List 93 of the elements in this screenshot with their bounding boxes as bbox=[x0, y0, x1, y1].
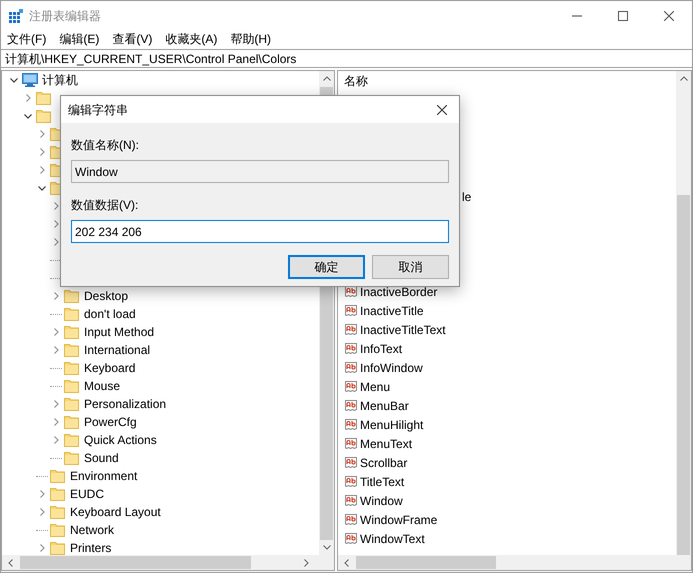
string-value-icon bbox=[344, 512, 358, 526]
string-value-icon bbox=[344, 532, 358, 546]
folder-icon bbox=[50, 506, 65, 518]
close-icon bbox=[437, 104, 447, 114]
close-icon bbox=[664, 11, 674, 21]
folder-icon bbox=[36, 92, 51, 104]
string-value-icon bbox=[344, 436, 358, 450]
dialog-title: 编辑字符串 bbox=[68, 102, 128, 118]
menu-bar-entry[interactable]: 文件(F) bbox=[7, 30, 46, 48]
folder-icon bbox=[64, 380, 79, 392]
value-name[interactable]: TitleText bbox=[360, 472, 404, 490]
address-text: 计算机\HKEY_CURRENT_USER\Control Panel\Colors bbox=[5, 50, 296, 68]
folder-icon bbox=[64, 452, 79, 464]
string-value-icon bbox=[344, 494, 358, 508]
string-value-icon bbox=[344, 342, 358, 356]
tree-item[interactable]: Mouse bbox=[84, 377, 120, 395]
folder-icon bbox=[64, 416, 79, 428]
value-name[interactable]: Window bbox=[360, 492, 403, 510]
field-label: 数值名称(N): bbox=[71, 137, 140, 154]
string-value-icon bbox=[344, 360, 358, 374]
tree-item[interactable]: Input Method bbox=[84, 323, 154, 341]
value-name[interactable]: Scrollbar bbox=[360, 454, 408, 472]
dialog-button[interactable]: 确定 bbox=[288, 255, 365, 279]
value-name[interactable]: MenuBar bbox=[360, 396, 409, 414]
scroll-up-icon bbox=[680, 76, 688, 81]
tree-item[interactable]: Sound bbox=[84, 449, 119, 467]
menu-bar-entry[interactable]: 编辑(E) bbox=[59, 30, 100, 48]
scrollbar[interactable] bbox=[338, 555, 691, 570]
value-name[interactable]: InfoText bbox=[360, 340, 402, 358]
computer-icon bbox=[22, 72, 38, 88]
scroll-down-icon bbox=[322, 545, 330, 550]
dialog-button[interactable]: 取消 bbox=[372, 255, 449, 279]
value-name[interactable]: InactiveTitle bbox=[360, 302, 424, 320]
value-name[interactable]: InfoWindow bbox=[360, 358, 423, 376]
folder-icon bbox=[50, 542, 65, 554]
scrollbar[interactable] bbox=[676, 71, 691, 555]
scrollbar-thumb[interactable] bbox=[356, 556, 496, 569]
folder-icon bbox=[64, 398, 79, 410]
value-name: le bbox=[462, 188, 472, 206]
folder-icon bbox=[64, 326, 79, 338]
folder-icon bbox=[64, 434, 79, 446]
tree-item[interactable]: Network bbox=[70, 521, 114, 539]
tree-item[interactable]: Keyboard bbox=[84, 359, 136, 377]
folder-icon bbox=[64, 344, 79, 356]
folder-icon bbox=[50, 488, 65, 500]
string-value-icon bbox=[344, 456, 358, 470]
folder-icon bbox=[64, 290, 79, 302]
folder-icon bbox=[36, 110, 51, 122]
menu-bar-entry[interactable]: 收藏夹(A) bbox=[165, 30, 218, 48]
value-name[interactable]: WindowText bbox=[360, 530, 425, 548]
string-value-icon bbox=[344, 304, 358, 318]
tree-item[interactable]: 计算机 bbox=[42, 71, 78, 89]
folder-icon bbox=[50, 524, 65, 536]
folder-icon bbox=[64, 362, 79, 374]
scrollbar-thumb[interactable] bbox=[20, 556, 251, 569]
string-value-icon bbox=[344, 322, 358, 336]
tree-item[interactable]: Printers bbox=[70, 539, 112, 555]
value-name[interactable]: InactiveTitleText bbox=[360, 320, 446, 338]
registry-icon bbox=[9, 9, 23, 23]
scroll-left-icon bbox=[8, 558, 13, 566]
folder-icon bbox=[64, 308, 79, 320]
folder-icon bbox=[50, 470, 65, 482]
tree-item[interactable]: Quick Actions bbox=[84, 431, 157, 449]
value-name[interactable]: MenuText bbox=[360, 434, 412, 452]
string-value-icon bbox=[344, 418, 358, 432]
maximize-icon bbox=[618, 11, 628, 21]
value-name[interactable]: WindowFrame bbox=[360, 510, 438, 528]
menu-bar-entry[interactable]: 查看(V) bbox=[112, 30, 152, 48]
string-value-icon bbox=[344, 398, 358, 412]
tree-item[interactable]: Desktop bbox=[84, 287, 128, 305]
window-title: 注册表编辑器 bbox=[29, 8, 101, 25]
tree-item[interactable]: Keyboard Layout bbox=[70, 503, 161, 521]
tree-item[interactable]: International bbox=[84, 341, 150, 359]
address-bar[interactable]: 计算机\HKEY_CURRENT_USER\Control Panel\Colors bbox=[1, 49, 692, 68]
scroll-right-icon bbox=[304, 558, 309, 566]
scrollbar-thumb[interactable] bbox=[677, 195, 690, 555]
scrollbar[interactable] bbox=[2, 555, 334, 570]
scroll-left-icon bbox=[344, 558, 349, 566]
tree-item[interactable]: Personalization bbox=[84, 395, 166, 413]
tree-item[interactable]: PowerCfg bbox=[84, 413, 137, 431]
value-name[interactable]: MenuHilight bbox=[360, 416, 424, 434]
string-value-icon bbox=[344, 474, 358, 488]
tree-item[interactable]: don't load bbox=[84, 305, 136, 323]
value-name[interactable]: InactiveBorder bbox=[360, 282, 438, 300]
field-label: 数值数据(V): bbox=[71, 197, 140, 214]
scroll-up-icon bbox=[322, 76, 330, 81]
string-value-icon bbox=[344, 380, 358, 394]
value-name[interactable]: Menu bbox=[360, 378, 390, 396]
tree-item[interactable]: Environment bbox=[70, 467, 138, 485]
tree-item[interactable]: EUDC bbox=[70, 485, 104, 503]
menu-bar-entry[interactable]: 帮助(H) bbox=[230, 30, 271, 48]
value-data-field[interactable]: 202 234 206 bbox=[71, 220, 449, 243]
column-header[interactable]: 名称 bbox=[338, 71, 676, 91]
